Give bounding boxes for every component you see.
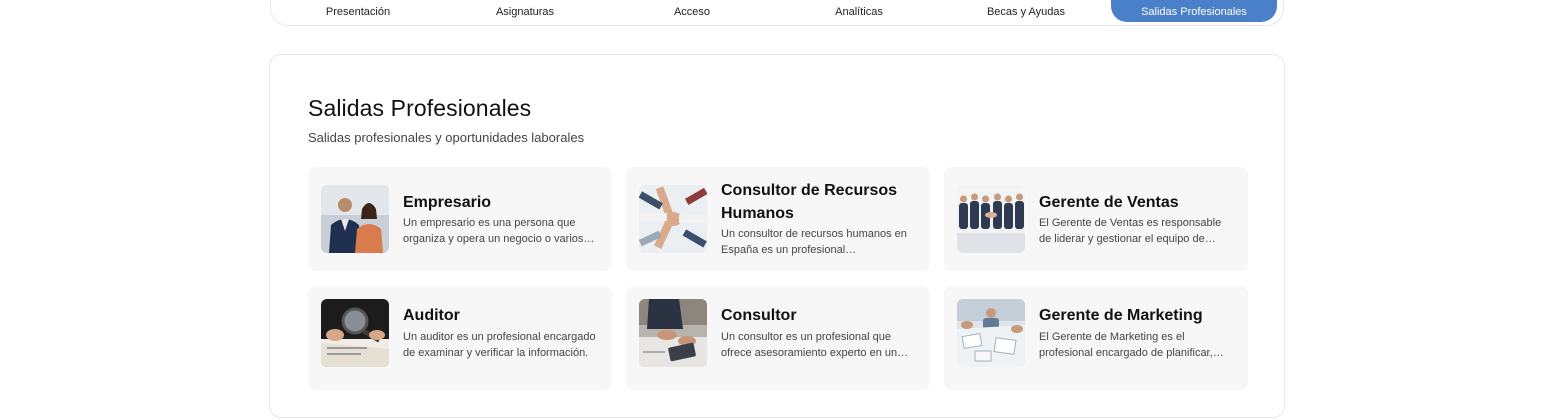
career-description: Un empresario es una persona que organiz… [403,217,584,245]
career-title: Empresario [403,194,492,211]
tab-label: Analíticas [835,6,883,18]
tab-becas-ayudas[interactable]: Becas y Ayudas [943,0,1109,22]
tab-acceso[interactable]: Acceso [609,0,775,22]
career-title: Consultor de Recursos Humanos [721,182,898,222]
career-title: Gerente de Ventas [1039,194,1179,211]
tab-label: Salidas Profesionales [1141,6,1247,18]
career-image [321,299,389,367]
career-image [639,185,707,253]
tab-analiticas[interactable]: Analíticas [776,0,942,22]
career-title: Consultor [721,307,797,324]
career-image [957,185,1025,253]
career-description: El Gerente de Marketing es el profesiona… [1039,331,1213,359]
career-card-consultor[interactable]: Consultor Un consultor es un profesional… [626,286,930,390]
tab-presentacion[interactable]: Presentación [275,0,441,22]
section-subtitle: Salidas profesionales y oportunidades la… [308,130,585,145]
career-card-gerente-ventas[interactable]: Gerente de Ventas El Gerente de Ventas e… [944,167,1248,271]
career-image [639,299,707,367]
career-description: Un consultor de recursos humanos en Espa… [721,228,907,256]
career-description: Un auditor es un profesional encargado d… [403,331,596,359]
tab-label: Asignaturas [495,6,555,18]
career-image [957,299,1025,367]
career-image [321,185,389,253]
career-card-consultor-rrhh[interactable]: Consultor de Recursos Humanos Un consult… [626,167,930,271]
career-description: Un consultor es un profesional que ofrec… [721,331,898,359]
career-card-gerente-marketing[interactable]: Gerente de Marketing El Gerente de Marke… [944,286,1248,390]
section-title: Salidas Profesionales [308,95,532,121]
tab-salidas-profesionales[interactable]: Salidas Profesionales [1111,0,1277,22]
tab-label: Becas y Ayudas [986,6,1066,18]
career-description: El Gerente de Ventas es responsable de l… [1039,217,1222,245]
career-card-empresario[interactable]: Empresario Un empresario es una persona … [308,167,612,271]
career-card-auditor[interactable]: Auditor Un auditor es un profesional enc… [308,286,612,390]
tab-label: Acceso [673,6,711,18]
salidas-profesionales-panel: Salidas Profesionales Salidas profesiona… [269,54,1285,418]
career-title: Gerente de Marketing [1039,307,1203,324]
career-title: Auditor [403,307,460,324]
tab-label: Presentación [325,6,391,18]
tab-asignaturas[interactable]: Asignaturas [442,0,608,22]
section-tab-bar: Presentación Asignaturas Acceso Analític… [270,0,1284,26]
